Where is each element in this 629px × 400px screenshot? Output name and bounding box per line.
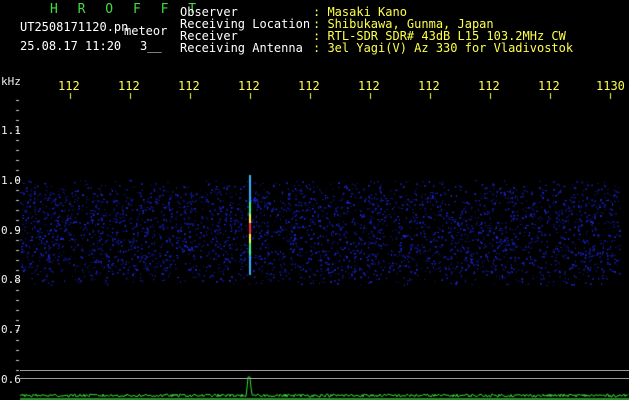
mode-label: meteor [124,24,168,38]
x-tick: 1130 [596,79,625,93]
x-tick: 112 [418,79,440,93]
y-tick: 0.8 [1,273,21,286]
x-tick: 112 [58,79,80,93]
y-tick: 1.1 [1,124,21,137]
x-tick: 112 [238,79,260,93]
x-tick: 112 [538,79,560,93]
counter: 3__ [140,39,162,53]
y-tick: 1.0 [1,174,21,187]
y-tick: 0.9 [1,224,21,237]
antenna-value: : 3el Yagi(V) Az 330 for Vladivostok [313,41,574,55]
y-tick: 0.7 [1,323,21,336]
x-tick: 112 [118,79,140,93]
x-tick: 112 [178,79,200,93]
filename: UT2508171120.pn [20,20,129,34]
spectrogram [0,0,629,400]
y-axis-unit: kHz [1,75,21,88]
spectrum-upper-guide [20,370,629,371]
spectrum-lower-guide [20,378,629,379]
timestamp: 25.08.17 11:20 [20,39,122,53]
x-tick: 112 [298,79,320,93]
x-tick: 112 [478,79,500,93]
antenna-label: Receiving Antenna [180,41,303,55]
x-tick: 112 [358,79,380,93]
y-tick: 0.6 [1,373,21,386]
